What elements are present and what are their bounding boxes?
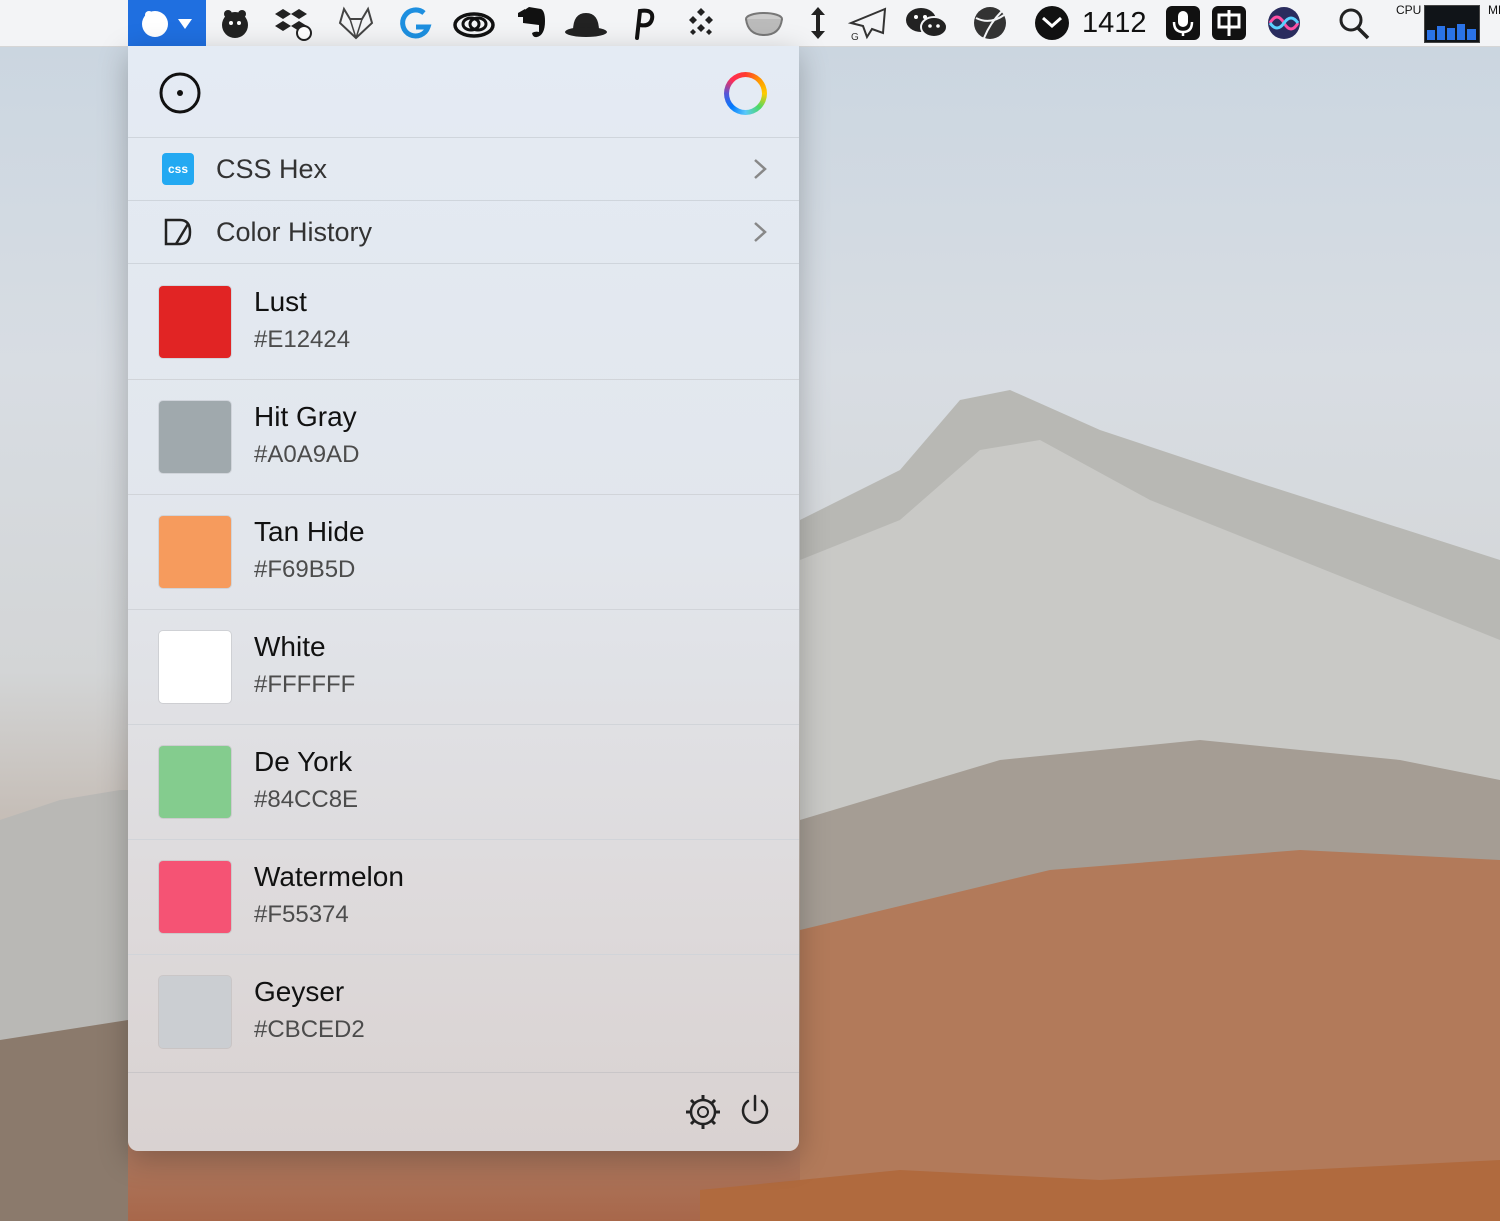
color-hex: #F69B5D (254, 556, 356, 583)
color-swatch[interactable] (159, 746, 231, 818)
color-swatch[interactable] (159, 286, 231, 358)
color-hex: #FFFFFF (254, 671, 356, 698)
color-hex: #A0A9AD (254, 441, 360, 468)
menubar-counter[interactable]: 1412 (1082, 0, 1147, 46)
microphone-icon[interactable] (1164, 0, 1202, 46)
bear-app-icon[interactable] (214, 0, 256, 46)
color-history-item[interactable]: De York #84CC8E (128, 724, 799, 840)
gear-icon[interactable] (685, 1094, 721, 1130)
svg-text:G: G (851, 32, 859, 41)
color-name: Lust (254, 286, 307, 317)
color-history-item[interactable]: White #FFFFFF (128, 609, 799, 725)
color-history-item[interactable]: Watermelon #F55374 (128, 839, 799, 955)
color-name: White (254, 631, 326, 662)
menu-item-label: CSS Hex (216, 154, 328, 184)
chevron-right-icon (754, 159, 767, 179)
evernote-icon[interactable] (512, 0, 552, 46)
color-hex: #E12424 (254, 326, 351, 353)
color-wheel-icon[interactable] (724, 72, 767, 115)
creative-cloud-icon[interactable] (450, 0, 498, 46)
color-history-item[interactable]: Hit Gray #A0A9AD (128, 379, 799, 495)
paper-plane-icon[interactable]: G (846, 0, 888, 46)
chevron-right-icon (754, 222, 767, 242)
mem-label: MEM (1488, 4, 1500, 17)
menu-item-css-hex[interactable]: css CSS Hex (128, 138, 799, 201)
color-swatch[interactable] (159, 861, 231, 933)
power-icon[interactable] (738, 1093, 772, 1127)
ball-app-icon[interactable] (970, 0, 1010, 46)
color-swatch[interactable] (159, 401, 231, 473)
wechat-icon[interactable] (902, 0, 952, 46)
teacup-icon[interactable] (740, 0, 788, 46)
menu-item-color-history[interactable]: Color History (128, 201, 799, 264)
color-picker-popover: css CSS Hex Color History Lust #E12424 H… (128, 46, 799, 1151)
css-icon: css (162, 153, 194, 185)
menu-bar: G 1412 CPU MEM (0, 0, 1500, 47)
p-app-icon[interactable] (626, 0, 660, 46)
color-name: Watermelon (254, 861, 404, 892)
search-icon[interactable] (1334, 0, 1374, 46)
diamond-grid-icon[interactable] (682, 0, 720, 46)
mail-badge-icon[interactable] (1032, 0, 1072, 46)
color-name: Geyser (254, 976, 345, 1007)
color-history-item[interactable]: Tan Hide #F69B5D (128, 494, 799, 610)
color-picker-target-icon[interactable] (158, 71, 202, 115)
color-history-icon (164, 218, 192, 246)
color-picker-menu-button[interactable] (128, 0, 206, 46)
cpu-label: CPU (1396, 3, 1422, 17)
dropbox-icon[interactable] (272, 0, 314, 46)
popover-footer (128, 1072, 799, 1151)
color-swatch[interactable] (159, 631, 231, 703)
menu-item-label: Color History (216, 217, 373, 247)
popover-header (128, 46, 799, 138)
color-hex: #CBCED2 (254, 1016, 365, 1043)
color-swatch[interactable] (159, 976, 231, 1048)
color-name: Tan Hide (254, 516, 365, 547)
color-hex: #F55374 (254, 901, 349, 928)
cpu-graph[interactable] (1424, 5, 1480, 43)
logitech-g-icon[interactable] (396, 0, 436, 46)
bowler-hat-icon[interactable] (562, 0, 610, 46)
color-name: De York (254, 746, 353, 777)
up-down-arrow-icon[interactable] (804, 0, 832, 46)
color-history-item[interactable]: Lust #E12424 (128, 264, 799, 380)
gitlab-fox-icon[interactable] (334, 0, 378, 46)
siri-icon[interactable] (1264, 0, 1304, 46)
color-hex: #84CC8E (254, 786, 359, 813)
color-name: Hit Gray (254, 401, 357, 432)
color-swatch[interactable] (159, 516, 231, 588)
chinese-input-icon[interactable] (1210, 0, 1248, 46)
color-history-item[interactable]: Geyser #CBCED2 (128, 954, 799, 1069)
